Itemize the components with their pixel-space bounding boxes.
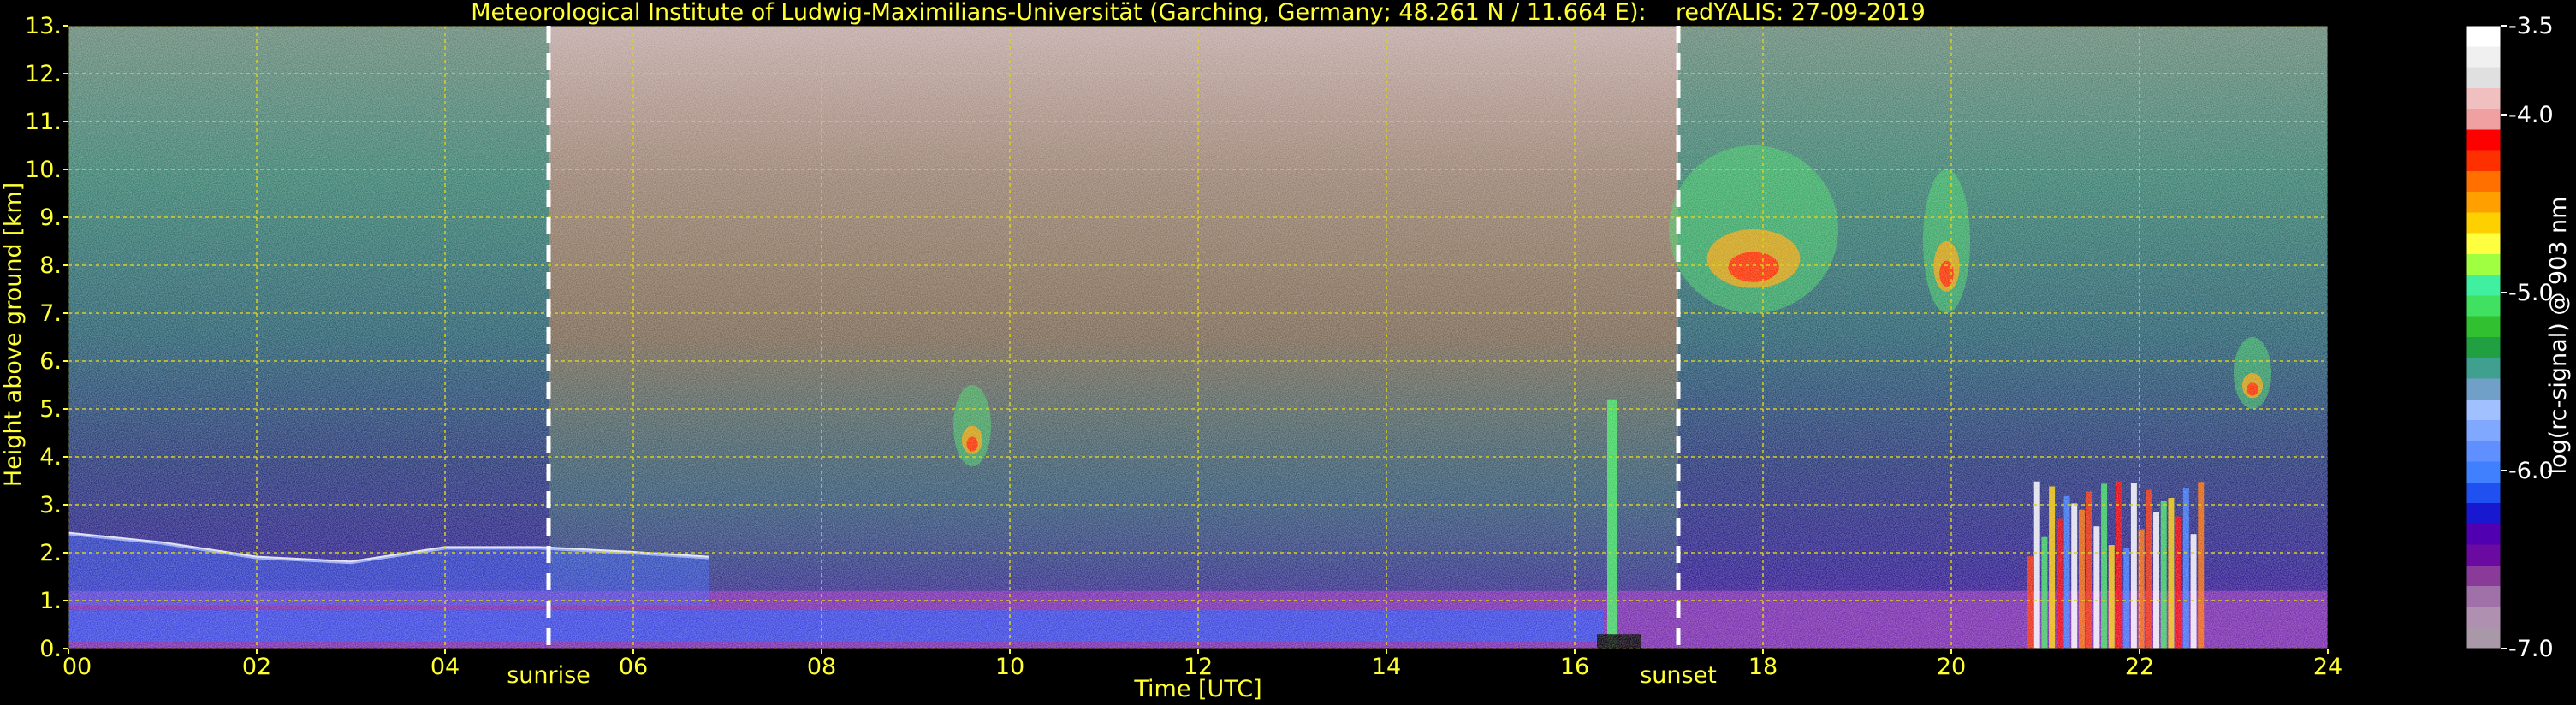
colorbar-tick-label: -4.0 [2508,102,2554,128]
y-tick-label: 4. [39,444,62,471]
y-tick-label: 9. [39,204,62,231]
y-tick-label: 8. [39,252,62,279]
chart-title: Meteorological Institute of Ludwig-Maxim… [471,0,1926,26]
x-tick-label: 08 [807,654,836,680]
x-tick-label: 14 [1372,654,1401,680]
x-tick-label: 16 [1560,654,1589,680]
colorbar-scale [2466,25,2502,649]
x-tick-label: 02 [242,654,271,680]
y-tick-label: 0. [39,636,62,662]
y-tick-label: 6. [39,348,62,375]
x-tick-label: 06 [619,654,648,680]
colorbar: -3.5-4.0-5.0-6.0-7.0 log(rc-signal) @ 90… [2466,13,2572,662]
x-tick-label: 00 [62,654,92,680]
y-tick-label: 3. [39,492,62,518]
plot-area [68,26,2328,649]
lidar-figure: sunrise sunset 00 02 04 06 08 10 12 14 16 18 20 22 24… [0,0,2572,702]
x-tick-label: 20 [1937,654,1966,680]
colorbar-label: log(rc-signal) @ 903 nm [2545,197,2572,475]
x-tick-label: 24 [2313,654,2342,680]
y-tick-label: 5. [39,396,62,423]
y-tick-label: 10. [25,157,62,183]
y-tick-label: 12. [25,61,62,87]
y-axis-label: Height above ground [km] [0,182,27,487]
colorbar-tick-label: -3.5 [2508,13,2554,39]
x-tick-label: 04 [430,654,460,680]
y-tick-label: 1. [39,588,62,614]
y-axis-ticks: 0. 1. 2. 3. 4. 5. 6. 7. 8. 9. 10. 11. 12. 13. [25,13,68,662]
y-tick-label: 13. [25,13,62,39]
y-tick-label: 7. [39,300,62,327]
x-tick-label: 22 [2125,654,2154,680]
y-tick-label: 2. [39,540,62,566]
sunrise-label: sunrise [507,662,591,689]
x-axis-label: Time [UTC] [1133,676,1261,702]
x-tick-label: 18 [1748,654,1778,680]
y-tick-label: 11. [25,109,62,135]
x-tick-label: 10 [995,654,1024,680]
sunset-label: sunset [1640,662,1717,689]
colorbar-tick-label: -7.0 [2508,636,2554,662]
